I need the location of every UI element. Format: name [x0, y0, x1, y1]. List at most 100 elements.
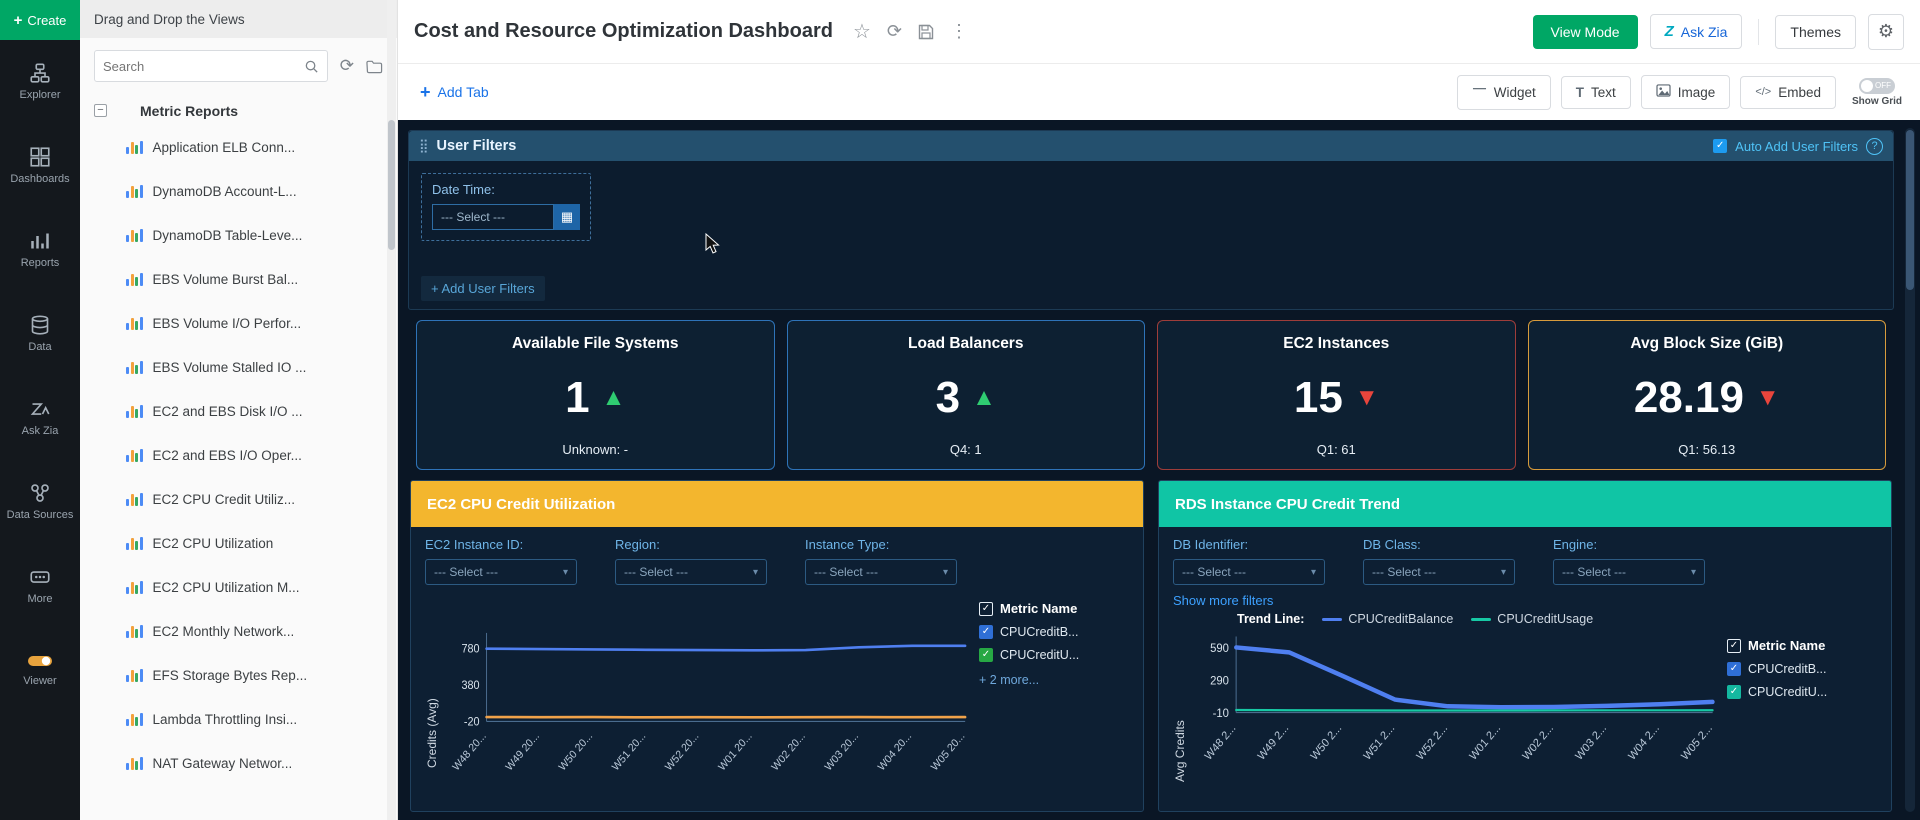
view-item[interactable]: EFS Storage Bytes Rep...: [80, 653, 397, 697]
rds-cpu-credit-panel[interactable]: RDS Instance CPU Credit Trend DB Identif…: [1158, 480, 1892, 812]
svg-text:780: 780: [461, 643, 479, 655]
rail-item-dashboards[interactable]: Dashboards: [0, 124, 80, 208]
view-item[interactable]: EC2 Monthly Network...: [80, 609, 397, 653]
checkbox-checked-icon[interactable]: ✓: [979, 625, 993, 639]
user-filters-panel[interactable]: ⣿ User Filters ✓ Auto Add User Filters ?…: [408, 130, 1894, 310]
kpi-card[interactable]: Avg Block Size (GiB)28.19▼Q1: 56.13: [1528, 320, 1887, 470]
ask-zia-button[interactable]: Z Ask Zia: [1650, 14, 1743, 49]
views-scrollbar-thumb[interactable]: [388, 120, 395, 250]
view-item[interactable]: EBS Volume I/O Perfor...: [80, 301, 397, 345]
add-tab-button[interactable]: + Add Tab: [420, 82, 489, 103]
checkbox-checked-icon[interactable]: ✓: [1727, 685, 1741, 699]
legend-more-link[interactable]: + 2 more...: [979, 673, 1129, 687]
rds-filters-row: DB Identifier:--- Select ---▾DB Class:--…: [1173, 537, 1877, 585]
rds-panel-header[interactable]: RDS Instance CPU Credit Trend: [1159, 481, 1891, 527]
user-filters-header-right: ✓ Auto Add User Filters ?: [1713, 138, 1883, 155]
view-item[interactable]: NAT Gateway Networ...: [80, 741, 397, 785]
rail-item-reports[interactable]: Reports: [0, 208, 80, 292]
show-grid-toggle[interactable]: OFF: [1859, 78, 1895, 94]
legend-item[interactable]: ✓CPUCreditB...: [979, 625, 1129, 639]
views-scrollbar[interactable]: [387, 0, 396, 820]
report-chart-icon: [126, 448, 143, 462]
rail-item-label: Dashboards: [8, 173, 71, 185]
rail-item-ask-zia[interactable]: Ask Zia: [0, 376, 80, 460]
rail-item-data-sources[interactable]: Data Sources: [0, 460, 80, 544]
date-time-select[interactable]: --- Select ---: [432, 204, 554, 230]
view-item[interactable]: EC2 and EBS Disk I/O ...: [80, 389, 397, 433]
widget-button[interactable]: Widget: [1457, 75, 1551, 110]
image-button[interactable]: Image: [1641, 75, 1731, 109]
checkbox-checked-icon[interactable]: ✓: [1727, 639, 1741, 653]
help-icon[interactable]: ?: [1866, 138, 1883, 155]
search-input[interactable]: [103, 59, 304, 74]
refresh-views-icon[interactable]: ⟳: [340, 56, 354, 76]
auto-add-checkbox-checked[interactable]: ✓: [1713, 139, 1727, 153]
svg-text:W05 2...: W05 2...: [1679, 722, 1714, 763]
rail-item-data[interactable]: Data: [0, 292, 80, 376]
checkbox-checked-icon[interactable]: ✓: [979, 648, 993, 662]
show-more-filters-link[interactable]: Show more filters: [1173, 593, 1877, 608]
search-icon[interactable]: [304, 59, 319, 74]
filter-select[interactable]: --- Select ---▾: [1173, 559, 1325, 585]
kpi-value: 1▲: [565, 376, 625, 420]
kpi-subtext: Q1: 61: [1317, 442, 1356, 457]
add-user-filters-button[interactable]: + Add User Filters: [421, 276, 545, 301]
legend-item[interactable]: ✓CPUCreditU...: [979, 648, 1129, 662]
canvas-scrollbar-thumb[interactable]: [1906, 130, 1914, 290]
dashboard-toolbar: + Add Tab Widget T Text Image </> Embed …: [398, 64, 1920, 120]
create-button[interactable]: + Create: [0, 0, 80, 40]
legend-item[interactable]: ✓CPUCreditB...: [1727, 662, 1877, 676]
legend-item[interactable]: ✓CPUCreditU...: [1727, 685, 1877, 699]
kpi-card[interactable]: EC2 Instances15▼Q1: 61: [1157, 320, 1516, 470]
themes-button[interactable]: Themes: [1775, 15, 1856, 49]
filter-group: Engine:--- Select ---▾: [1553, 537, 1705, 585]
calendar-icon[interactable]: ▦: [554, 204, 580, 230]
trend-legend-label: CPUCreditUsage: [1497, 612, 1593, 626]
rail-item-explorer[interactable]: Explorer: [0, 40, 80, 124]
favorite-star-icon[interactable]: ☆: [853, 19, 871, 44]
filter-select[interactable]: --- Select ---▾: [1363, 559, 1515, 585]
canvas-scrollbar[interactable]: [1905, 128, 1915, 812]
view-item[interactable]: EC2 CPU Utilization: [80, 521, 397, 565]
date-time-filter[interactable]: Date Time: --- Select --- ▦: [421, 173, 591, 241]
filter-select[interactable]: --- Select ---▾: [805, 559, 957, 585]
refresh-icon[interactable]: ⟳: [887, 21, 902, 42]
filter-select[interactable]: --- Select ---▾: [425, 559, 577, 585]
filter-select[interactable]: --- Select ---▾: [1553, 559, 1705, 585]
legend-metric-name[interactable]: ✓Metric Name: [979, 601, 1129, 616]
folder-metric-reports[interactable]: − Metric Reports: [80, 96, 397, 125]
ec2-panel-header[interactable]: EC2 CPU Credit Utilization: [411, 481, 1143, 527]
svg-text:W49 20...: W49 20...: [504, 730, 542, 773]
embed-button[interactable]: </> Embed: [1740, 76, 1836, 109]
checkbox-checked-icon[interactable]: ✓: [1727, 662, 1741, 676]
view-item[interactable]: Lambda Throttling Insi...: [80, 697, 397, 741]
kpi-card[interactable]: Available File Systems1▲Unknown: -: [416, 320, 775, 470]
folder-view-icon[interactable]: [366, 59, 383, 74]
text-button[interactable]: T Text: [1561, 76, 1631, 109]
filter-select[interactable]: --- Select ---▾: [615, 559, 767, 585]
rail-item-more[interactable]: More: [0, 544, 80, 628]
filter-label: DB Class:: [1363, 537, 1515, 552]
rail-item-viewer[interactable]: Viewer: [0, 628, 80, 712]
view-item[interactable]: EC2 and EBS I/O Oper...: [80, 433, 397, 477]
view-item[interactable]: EBS Volume Stalled IO ...: [80, 345, 397, 389]
view-item[interactable]: DynamoDB Account-L...: [80, 169, 397, 213]
view-mode-button[interactable]: View Mode: [1533, 15, 1638, 49]
view-item[interactable]: EC2 CPU Utilization M...: [80, 565, 397, 609]
collapse-icon[interactable]: −: [94, 104, 107, 117]
dashboard-canvas: ⣿ User Filters ✓ Auto Add User Filters ?…: [398, 120, 1920, 820]
user-filters-header[interactable]: ⣿ User Filters ✓ Auto Add User Filters ?: [409, 131, 1893, 161]
view-item[interactable]: DynamoDB Table-Leve...: [80, 213, 397, 257]
view-item[interactable]: Application ELB Conn...: [80, 125, 397, 169]
more-menu-icon[interactable]: ⋮: [950, 21, 968, 42]
drag-handle-icon[interactable]: ⣿: [419, 138, 429, 154]
view-item-label: NAT Gateway Networ...: [153, 756, 293, 771]
legend-metric-name[interactable]: ✓Metric Name: [1727, 638, 1877, 653]
kpi-card[interactable]: Load Balancers3▲Q4: 1: [787, 320, 1146, 470]
ec2-cpu-credit-panel[interactable]: EC2 CPU Credit Utilization EC2 Instance …: [410, 480, 1144, 812]
save-icon[interactable]: [918, 24, 934, 40]
settings-gear-icon[interactable]: ⚙: [1868, 14, 1904, 50]
checkbox-checked-icon[interactable]: ✓: [979, 602, 993, 616]
view-item[interactable]: EC2 CPU Credit Utiliz...: [80, 477, 397, 521]
view-item[interactable]: EBS Volume Burst Bal...: [80, 257, 397, 301]
